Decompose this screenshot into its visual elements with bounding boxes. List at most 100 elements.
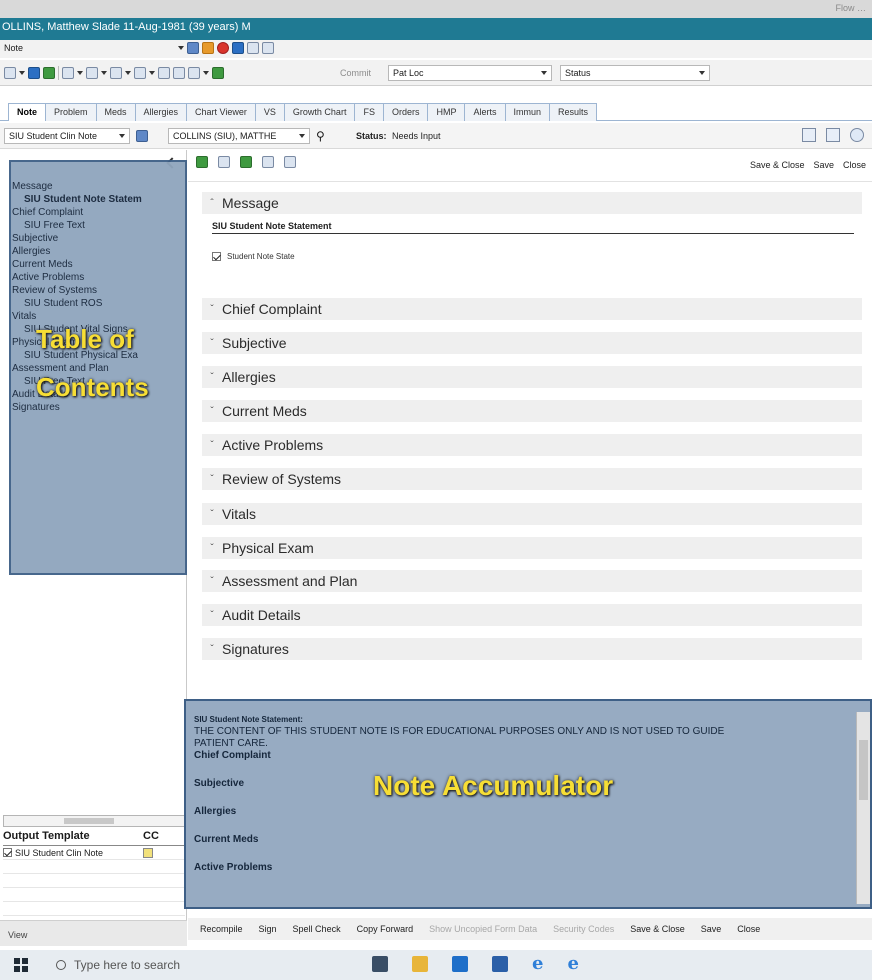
tab-chart-viewer[interactable]: Chart Viewer — [186, 103, 256, 121]
chevron-down-icon[interactable] — [19, 67, 25, 79]
tab-alerts[interactable]: Alerts — [464, 103, 506, 121]
insert-dollar-icon[interactable] — [262, 156, 274, 168]
collapse-icon[interactable]: ˆ — [202, 198, 222, 209]
chevron-down-icon[interactable] — [101, 67, 107, 79]
expand-icon[interactable]: ˇ — [202, 338, 222, 349]
tab-orders[interactable]: Orders — [382, 103, 429, 121]
toc-item-chief-complaint[interactable]: Chief Complaint — [12, 206, 142, 219]
toc-item-current-meds[interactable]: Current Meds — [12, 258, 142, 271]
settings-icon[interactable] — [850, 128, 864, 142]
chevron-down-icon[interactable] — [149, 67, 155, 79]
copy-forward-button[interactable]: Copy Forward — [357, 924, 414, 934]
expand-icon[interactable]: ˇ — [202, 372, 222, 383]
section-physical-exam[interactable]: ˇ Physical Exam — [202, 537, 862, 559]
statement-checkbox[interactable] — [212, 252, 221, 261]
section-active-problems[interactable]: ˇ Active Problems — [202, 434, 862, 456]
user-icon[interactable] — [134, 67, 146, 79]
tab-hmp[interactable]: HMP — [427, 103, 466, 121]
section-message[interactable]: ˆ Message — [202, 192, 862, 214]
taskbar-search[interactable]: Type here to search — [56, 958, 180, 972]
section-current-meds[interactable]: ˇ Current Meds — [202, 400, 862, 422]
alert-icon[interactable] — [217, 42, 229, 54]
toc-item-message[interactable]: Message — [12, 181, 53, 192]
outlook-icon[interactable] — [452, 956, 468, 972]
lab-icon[interactable] — [110, 67, 122, 79]
copy-icon[interactable] — [158, 67, 170, 79]
save-close-button[interactable]: Save & Close — [750, 160, 805, 170]
calendar-icon[interactable] — [262, 42, 274, 54]
tab-growth-chart[interactable]: Growth Chart — [283, 103, 356, 121]
status-dropdown[interactable]: Status — [560, 65, 710, 81]
add-section-icon[interactable] — [196, 156, 208, 168]
expand-icon[interactable]: ˇ — [202, 610, 222, 621]
section-audit-details[interactable]: ˇ Audit Details — [202, 604, 862, 626]
section-review-of-systems[interactable]: ˇ Review of Systems — [202, 468, 862, 490]
grid-icon[interactable] — [247, 42, 259, 54]
export-icon[interactable] — [802, 128, 816, 142]
tab-vs[interactable]: VS — [254, 103, 285, 121]
accumulator-scrollbar[interactable] — [856, 712, 870, 904]
section-signatures[interactable]: ˇ Signatures — [202, 638, 862, 660]
security-codes-button[interactable]: Security Codes — [553, 924, 614, 934]
section-assessment-plan[interactable]: ˇ Assessment and Plan — [202, 570, 862, 592]
share-icon[interactable] — [173, 67, 185, 79]
toc-item-free-text[interactable]: SIU Free Text — [12, 219, 142, 232]
tab-problem[interactable]: Problem — [45, 103, 97, 121]
recompile-button[interactable]: Recompile — [200, 924, 243, 934]
commit-button[interactable]: Commit — [340, 68, 371, 78]
expand-icon[interactable]: ˇ — [202, 406, 222, 417]
expand-icon[interactable]: ˇ — [202, 543, 222, 554]
insert-text-icon[interactable] — [218, 156, 230, 168]
expand-icon[interactable]: ˇ — [202, 509, 222, 520]
bottom-close-button[interactable]: Close — [737, 924, 760, 934]
stethoscope-icon[interactable] — [62, 67, 74, 79]
close-button[interactable]: Close — [843, 160, 866, 170]
refresh-icon[interactable] — [136, 130, 148, 142]
insert-image-icon[interactable] — [240, 156, 252, 168]
author-dropdown[interactable]: COLLINS (SIU), MATTHE — [168, 128, 310, 144]
tab-results[interactable]: Results — [549, 103, 598, 121]
tab-immun[interactable]: Immun — [504, 103, 551, 121]
windows-start-icon[interactable] — [14, 958, 28, 972]
section-subjective[interactable]: ˇ Subjective — [202, 332, 862, 354]
file-explorer-icon[interactable] — [412, 956, 428, 972]
cc-icon[interactable] — [143, 847, 153, 858]
tab-fs[interactable]: FS — [354, 103, 384, 121]
add-icon[interactable] — [212, 67, 224, 79]
section-chief-complaint[interactable]: ˇ Chief Complaint — [202, 298, 862, 320]
internet-explorer-icon[interactable]: e — [567, 955, 578, 973]
auto-text-icon[interactable] — [284, 156, 296, 168]
expand-icon[interactable]: ˇ — [202, 576, 222, 587]
toc-item-subjective[interactable]: Subjective — [12, 232, 142, 245]
word-icon[interactable] — [492, 956, 508, 972]
list-icon[interactable] — [4, 67, 16, 79]
toc-item-active-problems[interactable]: Active Problems — [12, 271, 142, 284]
task-view-icon[interactable] — [372, 956, 388, 972]
edit-icon[interactable] — [202, 42, 214, 54]
chevron-down-icon[interactable] — [125, 67, 131, 79]
scrollbar-thumb[interactable] — [64, 818, 114, 824]
note-type-dropdown[interactable]: SIU Student Clin Note — [4, 128, 130, 144]
bottom-save-button[interactable]: Save — [701, 924, 722, 934]
checkbox-icon[interactable] — [826, 128, 840, 142]
view-button[interactable]: View — [8, 930, 27, 940]
sign-button[interactable]: Sign — [259, 924, 277, 934]
expand-icon[interactable]: ˇ — [202, 644, 222, 655]
clipboard-icon[interactable] — [188, 67, 200, 79]
toc-item-allergies[interactable]: Allergies — [12, 245, 142, 258]
expand-icon[interactable]: ˇ — [202, 440, 222, 451]
show-uncopied-button[interactable]: Show Uncopied Form Data — [429, 924, 537, 934]
chevron-down-icon[interactable] — [203, 67, 209, 79]
patloc-dropdown[interactable]: Pat Loc — [388, 65, 552, 81]
toc-item-student-ros[interactable]: SIU Student ROS — [12, 297, 142, 310]
save-button[interactable]: Save — [813, 160, 834, 170]
tab-allergies[interactable]: Allergies — [134, 103, 188, 121]
dropdown-chevron-icon[interactable] — [178, 42, 184, 54]
toc-item-review-of-systems[interactable]: Review of Systems — [12, 284, 142, 297]
prescription-icon[interactable] — [86, 67, 98, 79]
document-icon[interactable] — [28, 67, 40, 79]
toc-item-note-statement[interactable]: SIU Student Note Statem — [12, 193, 142, 206]
bottom-save-close-button[interactable]: Save & Close — [630, 924, 685, 934]
tab-meds[interactable]: Meds — [95, 103, 136, 121]
toc-horizontal-scrollbar[interactable] — [3, 815, 185, 827]
